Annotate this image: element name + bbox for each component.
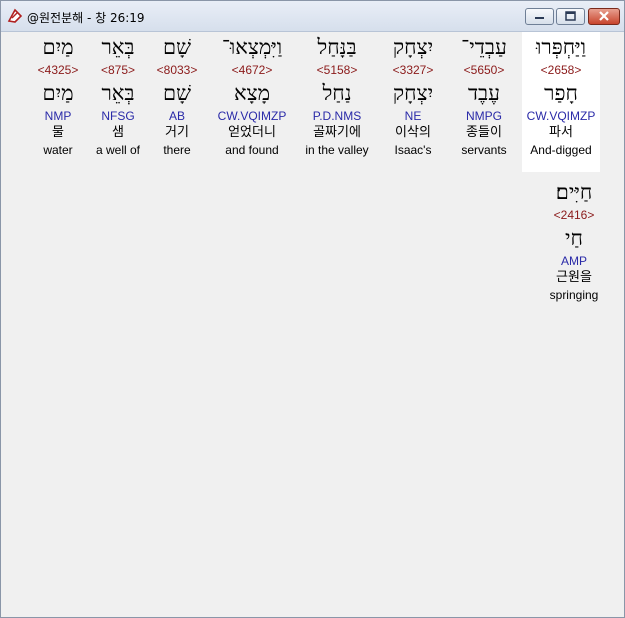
app-window: @원전분해 - 창 26:19 וַיַּחְפְּרוּ <2658> חָפ…	[0, 0, 625, 618]
hebrew-word: וַיַּחְפְּרוּ	[536, 35, 586, 59]
maximize-button[interactable]	[556, 8, 585, 25]
word-block[interactable]: עַבְדֵי־ <5650> עֶבֶד NMPG 종들이 servants	[445, 32, 523, 158]
parsing-code: P.D.NMS	[312, 109, 362, 123]
english-gloss: servants	[461, 143, 507, 157]
word-block[interactable]: וַיַּחְפְּרוּ <2658> חָפַר CW.VQIMZP 파서 …	[522, 32, 600, 172]
parsing-code: AMP	[560, 254, 587, 268]
word-block[interactable]: וַיִּמְצְאוּ־ <4672> מָצָא CW.VQIMZP 얻었더…	[213, 32, 291, 158]
hebrew-word: מַיִם	[42, 35, 74, 59]
korean-gloss: 물	[52, 125, 64, 140]
lemma-word: חָפַר	[544, 81, 578, 105]
app-icon	[6, 7, 24, 25]
english-gloss: and found	[225, 143, 279, 157]
minimize-icon	[535, 17, 544, 19]
lemma-word: עֶבֶד	[467, 81, 501, 105]
strong-number[interactable]: <5650>	[445, 62, 523, 78]
strong-number[interactable]: <2658>	[522, 62, 600, 78]
word-block[interactable]: בַּנָּחַל <5158> נַחַל P.D.NMS 골짜기에 in t…	[298, 32, 376, 158]
strong-number[interactable]: <4672>	[213, 62, 291, 78]
hebrew-word: יִצְחָק	[392, 35, 434, 59]
parsing-code: CW.VQIMZP	[526, 109, 596, 123]
parsing-code: NMPG	[466, 109, 502, 123]
lemma-word: נַחַל	[322, 81, 352, 105]
hebrew-word: וַיִּמְצְאוּ־	[221, 35, 283, 59]
word-block[interactable]: מַיִם <4325> מַיִם NMP 물 water	[19, 32, 97, 158]
english-gloss: Isaac's	[394, 143, 432, 157]
minimize-button[interactable]	[525, 8, 554, 25]
parsing-code: NMP	[44, 109, 72, 123]
maximize-icon	[565, 11, 576, 21]
korean-gloss: 골짜기에	[313, 125, 361, 140]
korean-gloss: 얻었더니	[228, 125, 276, 140]
english-gloss: springing	[549, 288, 599, 302]
word-block[interactable]: יִצְחָק <3327> יִצְחָק NE 이삭의 Isaac's	[374, 32, 452, 158]
close-button[interactable]	[588, 8, 620, 25]
interlinear-panel: וַיַּחְפְּרוּ <2658> חָפַר CW.VQIMZP 파서 …	[5, 32, 620, 612]
english-gloss: water	[43, 143, 73, 157]
word-block[interactable]: חַיִּים׃ <2416> חַי AMP 근원을 springing	[535, 177, 613, 303]
korean-gloss: 이삭의	[395, 125, 431, 140]
lemma-word: יִצְחָק	[392, 81, 434, 105]
lemma-word: מָצָא	[233, 81, 271, 105]
window-title: @원전분해 - 창 26:19	[27, 11, 145, 25]
korean-gloss: 파서	[549, 125, 573, 140]
strong-number[interactable]: <4325>	[19, 62, 97, 78]
lemma-word: חַי	[565, 226, 583, 250]
hebrew-word: בַּנָּחַל	[317, 35, 357, 59]
parsing-code: NE	[404, 109, 422, 123]
korean-gloss: 근원을	[556, 270, 592, 285]
hebrew-word: חַיִּים׃	[555, 180, 593, 204]
parsing-code: CW.VQIMZP	[217, 109, 287, 123]
hebrew-word: עַבְדֵי־	[461, 35, 507, 59]
korean-gloss: 종들이	[466, 125, 502, 140]
strong-number[interactable]: <5158>	[298, 62, 376, 78]
lemma-word: מַיִם	[42, 81, 74, 105]
close-icon	[599, 11, 609, 21]
english-gloss: in the valley	[305, 143, 369, 157]
strong-number[interactable]: <2416>	[535, 207, 613, 223]
strong-number[interactable]: <3327>	[374, 62, 452, 78]
english-gloss: And-digged	[530, 143, 592, 157]
title-bar[interactable]: @원전분해 - 창 26:19	[1, 1, 624, 32]
